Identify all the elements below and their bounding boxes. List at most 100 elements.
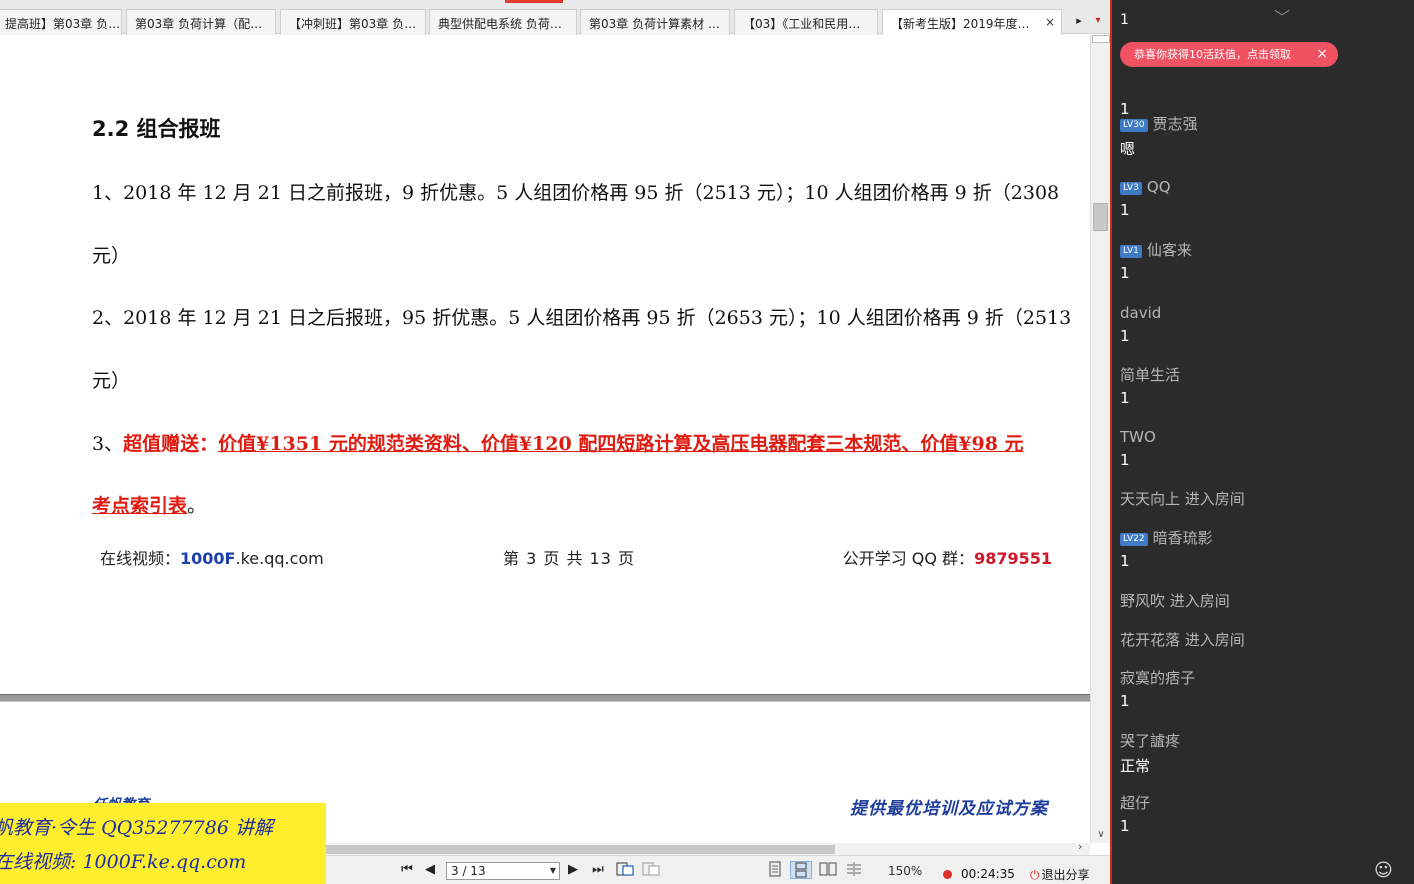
footer-video-label: 在线视频：	[100, 549, 181, 568]
chat-message-text: 1	[1120, 389, 1130, 407]
chat-system-message: 天天向上 进入房间	[1120, 489, 1245, 509]
chat-user-name: 哭了謯疼	[1120, 732, 1181, 750]
chat-message: LV30 贾志强 嗯	[1120, 114, 1198, 159]
notification-text: 恭喜你获得10活跃值，点击领取	[1134, 48, 1291, 61]
item-1-line-2: 元）	[92, 245, 131, 267]
footer-video: 在线视频：1000F.ke.qq.com	[100, 545, 324, 569]
recording-timer: 00:24:35	[961, 867, 1015, 881]
chat-join-notice: 天天向上 进入房间	[1120, 490, 1245, 508]
chat-message-text: 1	[1120, 451, 1130, 469]
exit-share-label: 退出分享	[1041, 868, 1090, 882]
chat-message: LV3 QQ 1	[1120, 177, 1171, 219]
last-page-icon[interactable]: ⏭	[588, 861, 608, 879]
chat-message: 寂寞的痞子 1	[1120, 668, 1195, 710]
footer-video-link: 1000F	[180, 549, 236, 568]
zoom-level[interactable]: 150%	[888, 864, 922, 878]
document-viewer[interactable]: 2.2 组合报班 1、2018 年 12 月 21 日之前报班，9 折优惠。5 …	[0, 35, 1090, 843]
chat-user-name: 简单生活	[1120, 366, 1181, 384]
footer-qq-number: 9879551	[974, 549, 1052, 568]
tab-bar: 提高班】第03章 负… 第03章 负荷计算（配… 【冲刺班】第03章 负… 典型…	[0, 0, 1112, 35]
chat-message-text: 1	[1120, 552, 1130, 570]
rotate-page-icon[interactable]	[615, 861, 635, 879]
first-page-icon[interactable]: ⏮	[397, 861, 417, 879]
footer-page-number: 第 3 页 共 13 页	[503, 549, 635, 568]
single-page-view-icon[interactable]	[766, 861, 784, 879]
chat-message: 超仔 1	[1120, 793, 1150, 835]
chat-message-text: 正常	[1120, 757, 1151, 775]
close-icon[interactable]: ×	[1045, 15, 1055, 29]
item-2-line-1: 2、2018 年 12 月 21 日之后报班，95 折优惠。5 人组团价格再 9…	[92, 307, 1072, 329]
vertical-scrollbar[interactable]: ∨	[1090, 35, 1112, 843]
tab-document-3[interactable]: 【冲刺班】第03章 负…	[280, 9, 426, 35]
chat-user-name	[1120, 76, 1130, 96]
chevron-right-icon[interactable]: ›	[1078, 840, 1082, 853]
item-3-label: 超值赠送：	[123, 433, 219, 455]
tab-label: 【03】《工业和民用…	[743, 17, 861, 31]
chat-join-notice: 花开花落 进入房间	[1120, 631, 1245, 649]
tab-scroll-right-button[interactable]: ▸	[1070, 10, 1088, 32]
chat-user-name-text: 仙客来	[1146, 241, 1192, 259]
item-1-line-1: 1、2018 年 12 月 21 日之前报班，9 折优惠。5 人组团价格再 95…	[92, 182, 1060, 204]
recording-indicator-icon	[943, 870, 952, 879]
tab-label: 典型供配电系统 负荷…	[438, 17, 562, 31]
tab-label: 【新考生版】2019年度…	[891, 17, 1030, 31]
chat-user-name: LV3 QQ	[1120, 177, 1171, 197]
page-number-select[interactable]: 3 / 13 ▼	[446, 862, 560, 880]
tab-document-active[interactable]: 【新考生版】2019年度… ×	[882, 9, 1062, 35]
chat-message-text: 1	[1120, 201, 1130, 219]
tab-document-4[interactable]: 典型供配电系统 负荷…	[429, 9, 577, 35]
chat-message-text: 1	[1120, 264, 1130, 282]
activity-notification-banner[interactable]: 恭喜你获得10活跃值，点击领取 ×	[1120, 42, 1338, 67]
tab-document-6[interactable]: 【03】《工业和民用…	[734, 9, 878, 35]
tab-document-1[interactable]: 提高班】第03章 负…	[0, 9, 122, 35]
exit-share-button[interactable]: ⏻ 退出分享	[1030, 866, 1090, 883]
chat-message-text: 1	[1120, 327, 1130, 345]
watermark-line-1: 帆教育·令生 QQ35277786 讲解	[0, 817, 273, 839]
next-page-icon[interactable]: ▶	[564, 861, 582, 879]
document-page: 2.2 组合报班 1、2018 年 12 月 21 日之前报班，9 折优惠。5 …	[0, 35, 1090, 695]
item-2-line-2: 元）	[92, 370, 131, 392]
chat-message: TWO 1	[1120, 427, 1156, 469]
footer-qq-label: 公开学习 QQ 群：	[842, 549, 975, 568]
watermark-line-2: 在线视频: 1000F.ke.qq.com	[0, 851, 247, 873]
chevron-down-icon[interactable]: ▼	[550, 863, 556, 879]
emoji-icon[interactable]: ☺	[1374, 860, 1393, 881]
level-badge: LV3	[1120, 182, 1142, 195]
page-layout-icon[interactable]	[641, 861, 661, 879]
chat-message-text: 嗯	[1120, 140, 1136, 158]
item-3-gift-text: 价值¥1351 元的规范类资料、价值¥120 配四短路计算及高压电器配套三本规范…	[218, 433, 1024, 455]
collapse-chevron-icon[interactable]: ﹀	[1274, 4, 1290, 28]
tab-label: 提高班】第03章 负…	[5, 17, 121, 31]
chat-message-partial: 1	[1120, 12, 1129, 28]
chevron-down-icon[interactable]: ∨	[1093, 829, 1109, 840]
chat-user-name: 寂寞的痞子	[1120, 669, 1196, 687]
tab-label: 第03章 负荷计算素材 …	[589, 17, 720, 31]
chat-user-name-text: 暗香琉影	[1152, 529, 1213, 547]
chat-panel: ﹀ 1 恭喜你获得10活跃值，点击领取 × 1 LV30 贾志强 嗯 LV3 QQ …	[1112, 0, 1414, 884]
tab-label: 第03章 负荷计算（配…	[135, 17, 263, 31]
two-page-continuous-icon[interactable]	[844, 861, 864, 879]
close-icon[interactable]: ×	[1316, 42, 1328, 67]
item-3-end: 。	[187, 495, 207, 517]
chat-message: LV1 仙客来 1	[1120, 240, 1192, 282]
chat-message: david 1	[1120, 303, 1161, 345]
chat-user-name: LV22 暗香琉影	[1120, 528, 1213, 548]
power-icon: ⏻	[1030, 868, 1040, 882]
tab-document-5[interactable]: 第03章 负荷计算素材 …	[580, 9, 730, 35]
item-3-gift-text-2: 考点索引表	[92, 495, 188, 517]
level-badge: LV30	[1120, 119, 1148, 132]
footer-qq-group: 公开学习 QQ 群：9879551	[843, 545, 1052, 569]
previous-page-icon[interactable]: ◀	[421, 861, 439, 879]
watermark-overlay: 帆教育·令生 QQ35277786 讲解 在线视频: 1000F.ke.qq.c…	[0, 803, 326, 884]
two-page-view-icon[interactable]	[818, 861, 838, 879]
chat-user-name-text: QQ	[1146, 178, 1171, 196]
chat-user-name-text: 贾志强	[1152, 115, 1198, 133]
chat-message-text: 1	[1120, 817, 1130, 835]
page-separator	[0, 694, 1090, 702]
scroll-up-button[interactable]	[1092, 35, 1110, 43]
continuous-view-icon[interactable]	[790, 861, 812, 879]
vertical-scroll-thumb[interactable]	[1093, 203, 1108, 231]
chat-message: LV22 暗香琉影 1	[1120, 528, 1213, 570]
tab-list-dropdown-button[interactable]: ▾	[1088, 10, 1108, 32]
tab-document-2[interactable]: 第03章 负荷计算（配…	[126, 9, 276, 35]
